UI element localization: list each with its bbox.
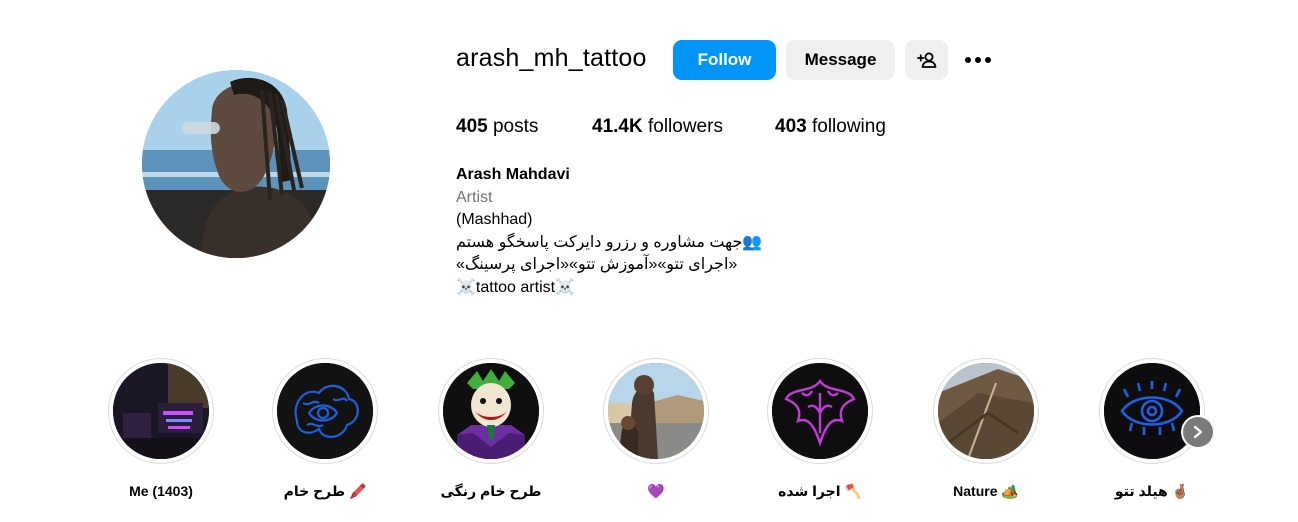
bio-line: (Mashhad) xyxy=(456,211,533,228)
profile-avatar[interactable] xyxy=(142,70,330,258)
following-count: 403 xyxy=(775,116,807,137)
bio-line: ☠️tattoo artist☠️ xyxy=(456,278,575,296)
highlight-cover xyxy=(443,363,539,459)
highlight-label: طرح خام رنگی xyxy=(440,483,542,499)
highlight-item[interactable]: Nature 🏕️ xyxy=(906,358,1066,500)
followers-label: followers xyxy=(642,116,723,137)
posts-stat: 405 posts xyxy=(456,116,538,138)
profile-photo xyxy=(142,70,330,258)
message-button[interactable]: Message xyxy=(786,40,895,80)
highlight-label: اجرا شده 🪓 xyxy=(778,483,862,499)
posts-label: posts xyxy=(487,116,539,137)
highlight-cover xyxy=(608,363,704,459)
bio-line: 👥جهت مشاوره و رزرو دایرکت پاسخگو هستم xyxy=(456,233,763,251)
highlight-label: Nature 🏕️ xyxy=(953,483,1019,499)
highlight-cover xyxy=(938,363,1034,459)
following-link[interactable]: 403 following xyxy=(775,116,886,138)
profile-bio: Arash Mahdavi Artist (Mashhad) 👥جهت مشاو… xyxy=(456,164,762,299)
followers-link[interactable]: 41.4K followers xyxy=(592,116,723,138)
highlights-next-button[interactable] xyxy=(1183,417,1213,447)
highlight-cover xyxy=(277,363,373,459)
profile-full-name: Arash Mahdavi xyxy=(456,166,570,183)
highlight-item[interactable]: طرح خام رنگی xyxy=(411,358,571,500)
profile-username: arash_mh_tattoo xyxy=(456,44,647,72)
highlight-label: هیلد تتو 🤞🏽 xyxy=(1114,483,1190,499)
highlight-cover xyxy=(772,363,868,459)
chevron-right-icon xyxy=(1193,425,1203,439)
highlight-label: 💜 xyxy=(647,483,665,499)
more-options-button[interactable] xyxy=(960,46,996,74)
add-person-icon xyxy=(916,52,936,68)
follow-button[interactable]: Follow xyxy=(673,40,776,80)
highlight-item[interactable]: 💜 xyxy=(576,358,736,500)
story-highlights: Me (1403) طرح خام 🖍️ طرح خام رنگی 💜 اجرا… xyxy=(0,358,1298,508)
highlight-item[interactable]: طرح خام 🖍️ xyxy=(245,358,405,500)
highlight-item[interactable]: Me (1403) xyxy=(81,358,241,499)
highlight-cover xyxy=(113,363,209,459)
more-horizontal-icon xyxy=(965,57,991,63)
profile-category: Artist xyxy=(456,188,493,206)
followers-count: 41.4K xyxy=(592,116,643,137)
following-label: following xyxy=(806,116,886,137)
suggested-accounts-button[interactable] xyxy=(905,40,948,80)
bio-line: «اجرای تتو»«آموزش تتو»«اجرای پرسینگ» xyxy=(456,256,738,273)
highlight-item[interactable]: اجرا شده 🪓 xyxy=(740,358,900,500)
highlight-label: طرح خام 🖍️ xyxy=(283,483,367,499)
highlight-cover xyxy=(1104,363,1200,459)
posts-count: 405 xyxy=(456,116,488,137)
highlight-label: Me (1403) xyxy=(129,483,193,499)
